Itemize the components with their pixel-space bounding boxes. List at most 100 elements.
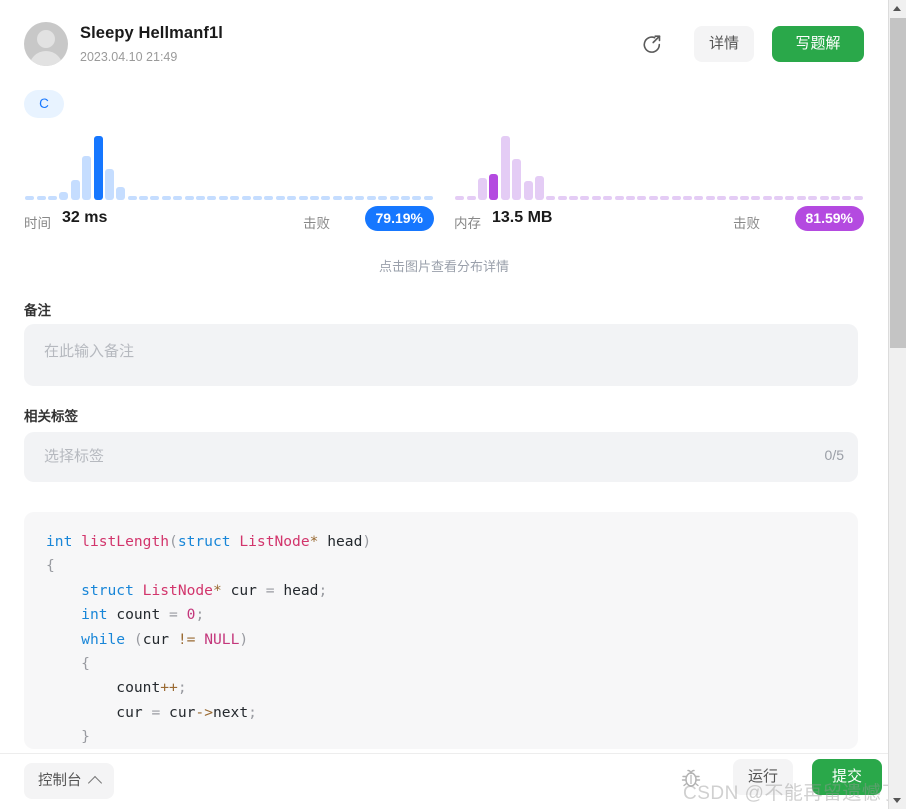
histogram-bar [615, 196, 624, 200]
scrollbar-thumb[interactable] [890, 18, 906, 348]
histogram-bar [820, 196, 829, 200]
histogram-bar [660, 196, 669, 200]
tags-label: 相关标签 [24, 409, 78, 424]
tags-input[interactable] [24, 432, 858, 482]
chart-hint-text[interactable]: 点击图片查看分布详情 [0, 256, 888, 275]
bug-icon[interactable] [679, 766, 703, 790]
language-badge[interactable]: C [24, 90, 64, 118]
histogram-bar [150, 196, 159, 200]
remark-label: 备注 [24, 303, 51, 318]
histogram-bar [683, 196, 692, 200]
histogram-bar [219, 196, 228, 200]
histogram-bar [424, 196, 433, 200]
avatar[interactable] [24, 22, 68, 66]
code-block[interactable]: int listLength(struct ListNode* head) { … [24, 512, 858, 749]
memory-label: 内存 [454, 216, 481, 231]
remark-input[interactable] [24, 324, 858, 386]
submission-timestamp: 2023.04.10 21:49 [80, 50, 178, 64]
scrollbar-up-arrow-icon[interactable] [889, 0, 906, 17]
histogram-bar [763, 196, 772, 200]
histogram-bar [808, 196, 817, 200]
memory-stat-footer: 内存 13.5 MB 击败 81.59% [454, 206, 864, 234]
submission-header: Sleepy Hellmanf1l 2023.04.10 21:49 详情 写题… [0, 0, 888, 80]
histogram-bar [196, 196, 205, 200]
histogram-bar [626, 196, 635, 200]
histogram-bar [287, 196, 296, 200]
histogram-bar [242, 196, 251, 200]
histogram-bar [706, 196, 715, 200]
share-icon[interactable] [640, 32, 664, 56]
histogram-bar [230, 196, 239, 200]
histogram-bar [173, 196, 182, 200]
runtime-distribution-chart[interactable] [24, 130, 434, 200]
histogram-bar [580, 196, 589, 200]
write-solution-button[interactable]: 写题解 [772, 26, 864, 62]
tags-counter: 0/5 [824, 447, 844, 463]
histogram-bar [512, 159, 521, 200]
histogram-bar [546, 196, 555, 200]
histogram-bar [729, 196, 738, 200]
histogram-bar [82, 156, 91, 200]
memory-distribution-chart[interactable] [454, 130, 864, 200]
submission-detail-page: Sleepy Hellmanf1l 2023.04.10 21:49 详情 写题… [0, 0, 888, 809]
histogram-bar [774, 196, 783, 200]
memory-beat-label: 击败 [733, 216, 760, 231]
avatar-head-shape [37, 30, 55, 48]
histogram-bar [116, 187, 125, 200]
histogram-bar [672, 196, 681, 200]
histogram-bar [299, 196, 308, 200]
histogram-bar [105, 169, 114, 200]
histogram-bar [558, 196, 567, 200]
histogram-bar [751, 196, 760, 200]
histogram-bar [333, 196, 342, 200]
histogram-bar [344, 196, 353, 200]
histogram-bar [831, 196, 840, 200]
scrollbar-down-arrow-icon[interactable] [889, 792, 906, 809]
histogram-bar [603, 196, 612, 200]
histogram-bar [59, 192, 68, 200]
runtime-beat-badge: 79.19% [364, 206, 434, 231]
histogram-bar [501, 136, 510, 200]
histogram-bar [592, 196, 601, 200]
memory-stat-panel[interactable]: 内存 13.5 MB 击败 81.59% [454, 130, 864, 240]
histogram-bar [524, 181, 533, 200]
run-button[interactable]: 运行 [733, 759, 793, 795]
histogram-bar [71, 180, 80, 200]
runtime-stat-panel[interactable]: 时间 32 ms 击败 79.19% [24, 130, 434, 240]
memory-beat-badge: 81.59% [794, 206, 864, 231]
histogram-bar [128, 196, 137, 200]
histogram-bar [569, 196, 578, 200]
histogram-bar [797, 196, 806, 200]
histogram-bar [467, 196, 476, 200]
histogram-bar [207, 196, 216, 200]
histogram-bar [412, 196, 421, 200]
histogram-bar [455, 196, 464, 200]
histogram-bar [378, 196, 387, 200]
histogram-bar [842, 196, 851, 200]
histogram-bar [276, 196, 285, 200]
detail-button[interactable]: 详情 [694, 26, 754, 62]
histogram-bar [321, 196, 330, 200]
stats-section: 时间 32 ms 击败 79.19% 内存 13.5 MB 击败 81.59% [0, 130, 888, 240]
avatar-body-shape [29, 51, 63, 66]
histogram-bar [310, 196, 319, 200]
histogram-bar [48, 196, 57, 200]
histogram-bar [162, 196, 171, 200]
memory-value: 13.5 MB [492, 209, 553, 226]
histogram-bar [25, 196, 34, 200]
runtime-stat-footer: 时间 32 ms 击败 79.19% [24, 206, 434, 234]
vertical-scrollbar[interactable] [888, 0, 906, 809]
histogram-bar [253, 196, 262, 200]
histogram-bar [185, 196, 194, 200]
submit-button[interactable]: 提交 [812, 759, 882, 795]
histogram-bar [694, 196, 703, 200]
username: Sleepy Hellmanf1l [80, 24, 223, 42]
histogram-bar [535, 176, 544, 200]
histogram-bar [478, 178, 487, 200]
histogram-bar [367, 196, 376, 200]
histogram-bar [637, 196, 646, 200]
console-button[interactable]: 控制台 [24, 763, 114, 799]
histogram-bar [785, 196, 794, 200]
histogram-bar [390, 196, 399, 200]
histogram-bar [139, 196, 148, 200]
